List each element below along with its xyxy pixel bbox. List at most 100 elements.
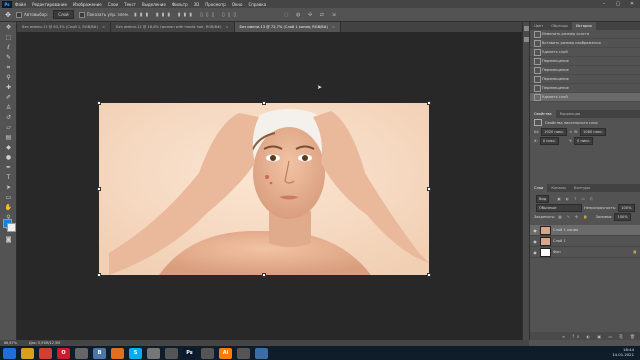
menu-layers[interactable]: Слои [108,2,118,7]
fill-field[interactable]: 100% [614,212,631,221]
eyedropper-tool-icon[interactable]: ⚲ [4,74,13,82]
transform-handle[interactable] [262,273,266,277]
tab-swatches[interactable]: Образцы [547,22,572,30]
close-icon[interactable]: × [102,25,105,29]
close-icon[interactable]: × [225,25,228,29]
marquee-tool-icon[interactable]: ⬚ [4,34,13,42]
maximize-button[interactable]: ▢ [612,0,624,8]
y-field[interactable]: 0 пикс. [574,136,594,145]
gradient-tool-icon[interactable]: ▤ [4,134,13,142]
history-item[interactable]: Изменить размер холста [530,30,640,39]
dodge-tool-icon[interactable]: ● [4,154,13,162]
autoselect-value[interactable]: Слой [53,10,74,19]
eye-icon[interactable]: ◉ [532,228,538,233]
history-item[interactable]: Перемещение [530,84,640,93]
layer-name[interactable]: Фон [553,250,561,254]
3d-mode-icons[interactable]: ◌ ◍ ✣ ⇄ ⇲ [284,12,339,18]
layer-name[interactable]: Слой 1 копия [553,228,578,232]
autoselect-dropdown[interactable]: Слой [53,10,74,19]
history-brush-tool-icon[interactable]: ↺ [4,114,13,122]
type-tool-icon[interactable]: T [4,174,13,182]
document-image[interactable] [99,103,429,275]
clone-stamp-tool-icon[interactable]: ♙ [4,104,13,112]
distribute-icons[interactable]: ▯▯▯ ▯▯▯ [200,12,239,18]
tab-color[interactable]: Цвет [530,22,547,30]
transform-handle[interactable] [262,101,266,105]
layer-row[interactable]: ◉ Слой 1 [530,236,640,247]
menu-view[interactable]: Просмотр [205,2,226,7]
healing-brush-tool-icon[interactable]: ✚ [4,84,13,92]
filter-icons[interactable]: ▣ ◐ T ▭ ⎘ [557,197,595,201]
tab-doc-11[interactable]: Без имени-11 @ 83,3% (Слой 1, RGB/8#) × [17,22,112,32]
lock-icons[interactable]: ▦ ✎ ✥ 🔒 [558,215,589,219]
winamp-icon[interactable] [147,347,160,359]
align-icons[interactable]: ▮▮▮ ▮▮▮ ▮▮▮ [134,12,195,18]
tab-layers[interactable]: Слои [530,184,548,192]
autoselect-checkbox[interactable] [16,11,22,18]
quick-select-tool-icon[interactable]: ✎ [4,54,13,62]
fox-icon[interactable] [111,347,124,359]
folder-icon[interactable] [21,347,34,359]
history-item-selected[interactable]: Удалить слой [530,93,640,102]
zoom-level[interactable]: 66,67% [4,341,17,345]
close-button[interactable]: ✕ [626,0,638,8]
menu-file[interactable]: Файл [15,2,26,7]
tab-adjustments[interactable]: Коррекция [556,110,585,118]
opacity-field[interactable]: 100% [618,203,635,212]
show-transform-option[interactable]: Показать упр. элем. [78,11,129,18]
transform-handle[interactable] [427,187,431,191]
app-icon[interactable] [201,347,214,359]
chrome-icon[interactable] [39,347,52,359]
brush-tool-icon[interactable]: ✐ [4,94,13,102]
move-tool-icon[interactable]: ✥ [4,24,13,32]
autoselect-option[interactable]: Автовыбор: [16,11,48,18]
history-item[interactable]: Перемещение [530,66,640,75]
hand-tool-icon[interactable]: ✋ [4,204,13,212]
media-icon[interactable] [75,347,88,359]
menu-window[interactable]: Окно [232,2,243,7]
transform-handle[interactable] [97,187,101,191]
tab-paths[interactable]: Контуры [570,184,594,192]
shape-tool-icon[interactable]: ▭ [4,194,13,202]
vk-icon[interactable]: В [93,347,106,359]
transform-handle[interactable] [97,101,101,105]
path-select-tool-icon[interactable]: ➤ [4,184,13,192]
history-item[interactable]: Перемещение [530,75,640,84]
eraser-tool-icon[interactable]: ▱ [4,124,13,132]
blur-tool-icon[interactable]: ◆ [4,144,13,152]
tab-properties[interactable]: Свойства [530,110,556,118]
history-item[interactable]: Перемещение [530,57,640,66]
transform-handle[interactable] [427,101,431,105]
layer-row[interactable]: ◉ Фон 🔒 [530,247,640,258]
tab-doc-12[interactable]: Без имени-12 @ 16,6% (woman with hands h… [111,22,235,32]
quick-mask-icon[interactable]: ◙ [4,236,13,244]
link-icon[interactable]: ∞ [569,130,572,134]
app2-icon[interactable] [237,347,250,359]
transform-handle[interactable] [427,273,431,277]
photoshop-icon[interactable]: Ps [183,347,196,359]
show-transform-checkbox[interactable] [78,11,85,18]
menu-help[interactable]: Справка [248,2,266,7]
eye-icon[interactable]: ◉ [532,239,538,244]
lasso-tool-icon[interactable]: ℓ [4,44,13,52]
transform-handle[interactable] [97,273,101,277]
menu-select[interactable]: Выделение [142,2,166,7]
menu-type[interactable]: Текст [124,2,136,7]
opera-icon[interactable]: O [57,347,70,359]
menu-filter[interactable]: Фильтр [172,2,188,7]
history-item[interactable]: Вставить размер изображения [530,39,640,48]
history-item[interactable]: Удалить слой [530,48,640,57]
mail-icon[interactable] [165,347,178,359]
menu-edit[interactable]: Редактирование [32,2,67,7]
layer-row[interactable]: ◉ Слой 1 копия [530,225,640,236]
skype-icon[interactable]: S [129,347,142,359]
x-field[interactable]: 0 пикс. [539,136,560,145]
minimize-button[interactable]: – [598,0,610,8]
layer-kind-select[interactable]: Вид [536,194,550,203]
start-icon[interactable] [3,347,16,359]
height-field[interactable]: 1080 пикс. [580,127,607,136]
tab-doc-13[interactable]: Без имени-13 @ 72,7% (Слой 1 копия, RGB/… [234,22,341,32]
menu-3d[interactable]: 3D [194,2,200,7]
width-field[interactable]: 1920 пикс. [541,127,568,136]
menu-image[interactable]: Изображение [73,2,102,7]
